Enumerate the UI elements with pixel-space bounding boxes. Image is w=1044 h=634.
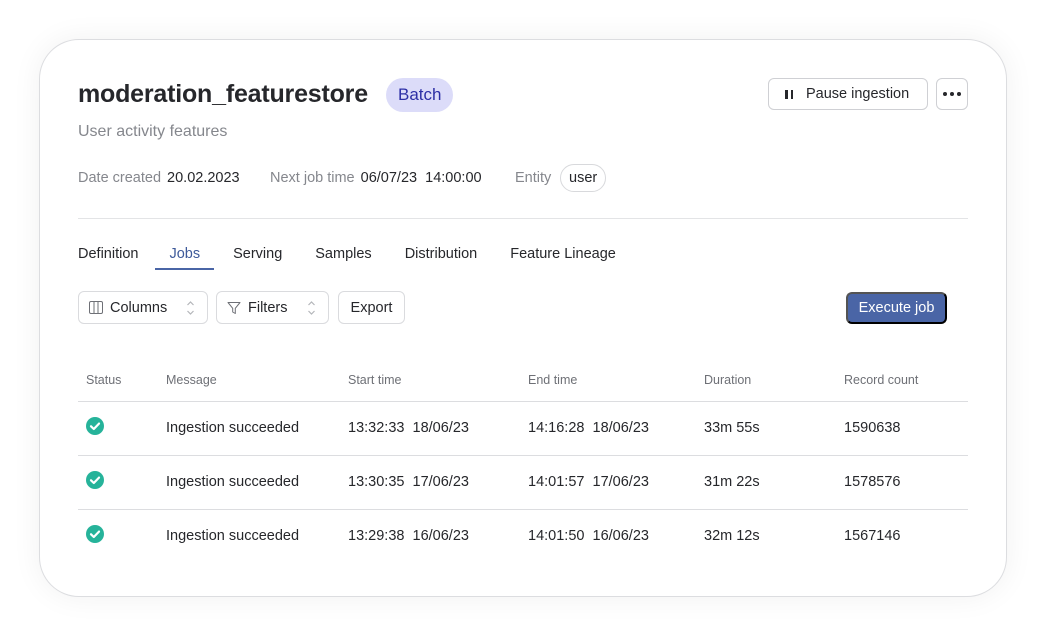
success-check-icon xyxy=(86,417,104,435)
start-time: 13:30:35 xyxy=(348,474,405,490)
column-header-start-time[interactable]: Start time xyxy=(348,360,528,402)
duration-cell: 32m 12s xyxy=(704,528,760,545)
column-header-duration[interactable]: Duration xyxy=(704,360,844,402)
entity: Entity xyxy=(515,169,557,187)
more-options-button[interactable] xyxy=(936,78,968,110)
chevron-up-down-icon xyxy=(307,300,316,320)
export-button[interactable]: Export xyxy=(338,291,405,324)
tab-bar: Definition Jobs Serving Samples Distribu… xyxy=(78,246,616,270)
filter-icon xyxy=(227,301,241,315)
pause-ingestion-label: Pause ingestion xyxy=(806,86,910,102)
pause-icon xyxy=(785,89,793,99)
filters-label: Filters xyxy=(248,299,288,316)
header-divider xyxy=(78,218,968,219)
page-title: moderation_featurestore xyxy=(78,80,368,108)
column-header-status[interactable]: Status xyxy=(78,360,166,402)
table-row[interactable]: Ingestion succeeded 13:32:33 18/06/23 14… xyxy=(78,401,968,456)
end-time-cell: 14:16:28 18/06/23 xyxy=(528,401,704,456)
next-job-date: 06/07/23 xyxy=(360,170,418,186)
next-job-clock: 14:00:00 xyxy=(425,170,482,186)
start-date: 17/06/23 xyxy=(412,474,469,490)
next-job-time: Next job time 06/07/23 14:00:00 xyxy=(270,169,482,187)
record-count-cell: 1590638 xyxy=(844,401,968,456)
end-time: 14:16:28 xyxy=(528,420,585,436)
date-created: Date created 20.02.2023 xyxy=(78,169,240,187)
end-time-cell: 14:01:50 16/06/23 xyxy=(528,509,704,563)
columns-icon xyxy=(89,301,103,314)
end-time-cell: 14:01:57 17/06/23 xyxy=(528,455,704,510)
end-date: 17/06/23 xyxy=(592,474,649,490)
message-cell: Ingestion succeeded xyxy=(166,401,348,456)
column-header-message[interactable]: Message xyxy=(166,360,348,402)
pause-ingestion-button[interactable]: Pause ingestion xyxy=(768,78,928,110)
tab-definition[interactable]: Definition xyxy=(78,246,138,270)
type-badge: Batch xyxy=(386,78,454,112)
duration-cell: 31m 22s xyxy=(704,455,844,510)
table-row[interactable]: Ingestion succeeded 13:29:38 16/06/23 14… xyxy=(78,509,968,563)
tab-jobs[interactable]: Jobs xyxy=(155,246,214,270)
message-cell: Ingestion succeeded xyxy=(166,528,300,545)
start-date: 18/06/23 xyxy=(412,420,469,436)
more-horizontal-icon xyxy=(943,92,961,96)
record-count-cell: 1567146 xyxy=(844,528,901,545)
duration-cell: 33m 55s xyxy=(704,401,844,456)
table-header-row: Status Message Start time End time Durat… xyxy=(78,360,968,402)
date-created-label: Date created xyxy=(78,170,162,186)
jobs-table: Status Message Start time End time Durat… xyxy=(78,360,968,563)
start-time-cell: 13:30:35 17/06/23 xyxy=(348,455,528,510)
next-job-label: Next job time xyxy=(270,170,355,186)
entity-chip[interactable]: user xyxy=(560,164,607,192)
chevron-up-down-icon xyxy=(186,300,195,320)
tab-feature-lineage[interactable]: Feature Lineage xyxy=(510,246,616,270)
column-header-record-count[interactable]: Record count xyxy=(844,360,968,402)
end-date: 18/06/23 xyxy=(592,420,649,436)
column-header-end-time[interactable]: End time xyxy=(528,360,704,402)
end-date: 16/06/23 xyxy=(592,528,649,545)
start-time-cell: 13:29:38 16/06/23 xyxy=(348,509,528,563)
columns-button[interactable]: Columns xyxy=(78,291,208,324)
success-check-icon xyxy=(86,471,104,489)
start-time-cell: 13:32:33 18/06/23 xyxy=(348,401,528,456)
tab-distribution[interactable]: Distribution xyxy=(405,246,478,270)
page-subtitle: User activity features xyxy=(78,123,228,140)
execute-job-button[interactable]: Execute job xyxy=(846,292,947,324)
tab-serving[interactable]: Serving xyxy=(233,246,282,270)
columns-label: Columns xyxy=(110,299,168,316)
start-time: 13:29:38 xyxy=(348,528,405,545)
success-check-icon xyxy=(86,525,104,544)
end-time: 14:01:57 xyxy=(528,474,585,490)
date-created-value: 20.02.2023 xyxy=(167,170,240,186)
start-date: 16/06/23 xyxy=(412,528,469,545)
record-count-cell: 1578576 xyxy=(844,455,968,510)
message-cell: Ingestion succeeded xyxy=(166,455,348,510)
table-row[interactable]: Ingestion succeeded 13:30:35 17/06/23 14… xyxy=(78,455,968,510)
entity-label: Entity xyxy=(515,170,552,186)
end-time: 14:01:50 xyxy=(528,528,585,545)
filters-button[interactable]: Filters xyxy=(216,291,329,324)
start-time: 13:32:33 xyxy=(348,420,405,436)
tab-samples[interactable]: Samples xyxy=(315,246,371,270)
